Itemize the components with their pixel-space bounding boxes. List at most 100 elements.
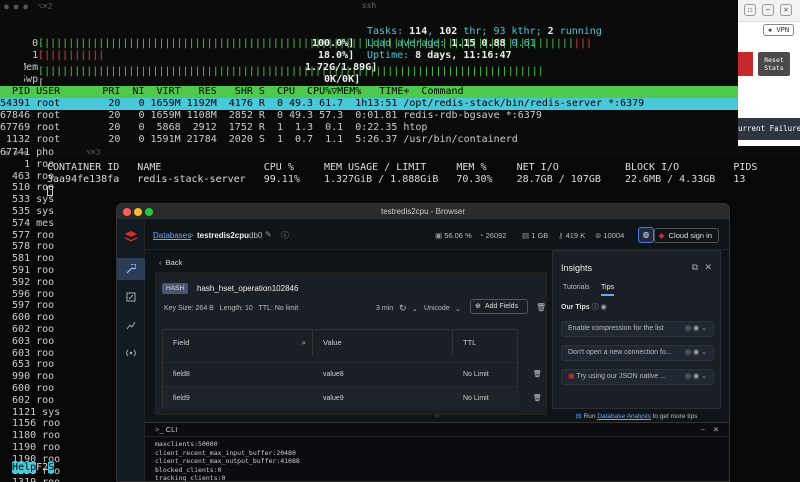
cli-line: maxclients:50000 — [155, 440, 218, 448]
github-icon: ◉ — [600, 304, 607, 311]
redis-cloud-icon: ◆ — [658, 231, 665, 240]
edit-icon[interactable]: ✎ — [265, 230, 272, 239]
close-dot-icon[interactable] — [123, 208, 131, 216]
chevron-down-icon[interactable]: ⌄ — [455, 305, 461, 313]
delete-row-icon[interactable]: 🗑 — [523, 363, 542, 387]
cli-line: blocked_clients:0 — [155, 465, 222, 474]
tab-tips[interactable]: Tips — [601, 284, 614, 296]
htop-terminal-window[interactable]: ● ● ● ⌥⌘2 ssh 0[||||||||||||||||||||||||… — [0, 0, 738, 146]
back-link[interactable]: ‹ Back — [159, 258, 182, 267]
trash-icon[interactable]: 🗑 — [536, 303, 546, 312]
breadcrumb-db-name: testredis2cpu — [197, 231, 250, 240]
reset-stats-button[interactable]: Reset Stats — [758, 52, 790, 76]
f2-key[interactable]: F2 — [36, 462, 48, 473]
minimize-icon[interactable]: − — [701, 423, 705, 437]
maximize-dot-icon[interactable] — [145, 208, 153, 216]
analytics-nav-icon[interactable] — [117, 314, 145, 336]
memory-icon: ▤ — [522, 231, 530, 240]
close-icon[interactable]: ✕ — [704, 262, 712, 273]
stat-ops: ◔ 26092 — [479, 231, 507, 240]
tasks-line: Tasks: 114, 102 thr; 93 kthr; 2 running — [367, 26, 602, 37]
field-cell: field9 — [173, 395, 190, 402]
chevron-left-icon: ‹ — [159, 258, 162, 267]
plus-circle-icon: ⊕ — [475, 303, 481, 310]
vpn-badge[interactable]: ◈ VPN — [763, 24, 795, 36]
column-header-ttl: TTL — [463, 338, 477, 347]
breadcrumb-separator: > — [189, 231, 194, 240]
ops-icon: ◔ — [479, 231, 484, 240]
uptime-value: 8 days, 11:16:47 — [415, 50, 512, 61]
process-row[interactable]: 1132 root 20 0 1591M 21784 2020 S 1 0.7 … — [0, 134, 738, 146]
cpu0-bar-red: ||| — [573, 38, 592, 49]
value-cell: value9 — [323, 395, 344, 402]
process-row-selected[interactable]: 54391 root 20 0 1659M 1192M 4176 R 0 49.… — [0, 98, 738, 110]
add-fields-button[interactable]: ⊕ Add Fields — [470, 299, 528, 314]
minimize-icon[interactable]: − — [762, 4, 774, 16]
tab-tutorials[interactable]: Tutorials — [563, 284, 590, 291]
key-header-panel: HASH hash_hset_operation102846 Key Size:… — [155, 272, 547, 415]
tip-item[interactable]: ▣ Try using our JSON native ... ◎ ◉ ⌄ — [561, 369, 714, 385]
field-cell: field8 — [173, 371, 190, 378]
browser-nav-icon[interactable] — [117, 258, 145, 280]
column-header-field[interactable]: Field ⌕ — [163, 330, 313, 356]
tip-item[interactable]: Enable compression for the list ◎ ◉ ⌄ — [561, 321, 714, 337]
info-icon[interactable]: ⓘ — [281, 230, 289, 241]
db-index[interactable]: db0 — [249, 231, 262, 240]
close-icon[interactable]: ✕ — [713, 423, 719, 437]
docker-stats-row[interactable]: 3aa94fe138fa redis-stack-server 99.11% 1… — [47, 174, 745, 186]
mem-bar: [|||||||||||||||||||||||||||||||||||||||… — [38, 66, 544, 77]
f2-label[interactable]: S — [48, 462, 55, 473]
database-analysis-link[interactable]: Database Analysis — [597, 413, 650, 420]
cli-header: >_ CLI − ✕ — [145, 423, 729, 437]
close-icon[interactable]: ✕ — [780, 4, 792, 16]
resize-handle[interactable]: ═ — [417, 414, 457, 420]
redis-insight-window[interactable]: testredis2cpu - Browser Databases > test… — [116, 203, 730, 482]
tab-shortcut: ⌥⌘3 — [86, 148, 101, 157]
key-name[interactable]: hash_hset_operation102846 — [197, 283, 298, 294]
cli-line: tracking_clients:0 — [155, 474, 226, 482]
cli-output: maxclients:50000 client_recent_max_input_… — [145, 437, 729, 482]
process-row[interactable]: 67846 root 20 0 1659M 1108M 2852 R 0 49.… — [0, 110, 738, 122]
process-table-header[interactable]: PID USER PRI NI VIRT RES SHR S CPU CPU%▽… — [0, 86, 738, 98]
load-label: Load average: — [367, 38, 452, 49]
encoding-select[interactable]: Unicode — [424, 305, 450, 312]
refresh-time: 3 min — [376, 305, 394, 312]
docker-stats-header: CONTAINER ID NAME CPU % MEM USAGE / LIMI… — [47, 162, 758, 173]
process-row[interactable]: 67769 root 20 0 5868 2912 1752 R 1 1.3 0… — [0, 122, 738, 134]
workbench-nav-icon[interactable] — [117, 286, 145, 308]
browser-window-partial[interactable]: ☐ − ✕ ◈ VPN Reset Stats urrent Failures/… — [738, 0, 800, 146]
breadcrumb-databases-link[interactable]: Databases — [153, 231, 191, 240]
f1-label[interactable]: Help — [12, 462, 37, 473]
load-1: 1.15 — [451, 38, 476, 49]
column-header-value: Value — [313, 330, 453, 356]
refresh-icon[interactable]: ↻ — [399, 303, 407, 314]
pubsub-nav-icon[interactable] — [117, 342, 145, 364]
minimize-dot-icon[interactable] — [134, 208, 142, 216]
ri-topnav: Databases > testredis2cpu db0 ✎ ⓘ ▣ 56.0… — [145, 220, 729, 250]
delete-row-icon[interactable]: 🗑 — [523, 387, 542, 411]
search-icon[interactable]: ⌕ — [302, 330, 306, 356]
insights-bulb-icon[interactable]: ◍ — [638, 227, 654, 243]
browser-toolbar: ☐ − ✕ — [738, 0, 800, 22]
tip-item[interactable]: Don't open a new connection fo... ◎ ◉ ⌄ — [561, 345, 714, 361]
load-15: 0.61 — [511, 38, 536, 49]
stop-button[interactable] — [738, 52, 753, 76]
stat-cpu: ▣ 56.06 % — [435, 231, 472, 240]
swp-value: 0K/0K] — [324, 74, 361, 85]
table-row[interactable]: field8 value8 No Limit 🗑 — [163, 362, 542, 386]
redis-logo-icon[interactable] — [117, 226, 145, 248]
expand-icon[interactable]: ⧉ — [692, 262, 698, 273]
vpn-label: VPN — [776, 26, 790, 34]
chevron-down-icon[interactable]: ⌄ — [412, 305, 418, 313]
checkbox-icon[interactable]: ☐ — [744, 4, 756, 16]
ttl-cell: No Limit — [463, 395, 489, 402]
terminal-icon: >_ — [155, 425, 164, 434]
cloud-signin-button[interactable]: ◆ Cloud sign in — [653, 228, 719, 243]
docker-titlebar: ● ● ● ⌥⌘3 — [0, 146, 800, 158]
failures-column-header: urrent Failures/s — [738, 118, 800, 140]
swp-label: Swp — [24, 74, 39, 85]
tasks-label: Tasks: — [367, 26, 410, 37]
cli-panel[interactable]: >_ CLI − ✕ maxclients:50000 client_recent… — [145, 422, 729, 481]
our-tips-heading: Our Tips ⓘ ◉ — [561, 304, 607, 311]
table-row[interactable]: field9 value9 No Limit 🗑 — [163, 386, 542, 410]
